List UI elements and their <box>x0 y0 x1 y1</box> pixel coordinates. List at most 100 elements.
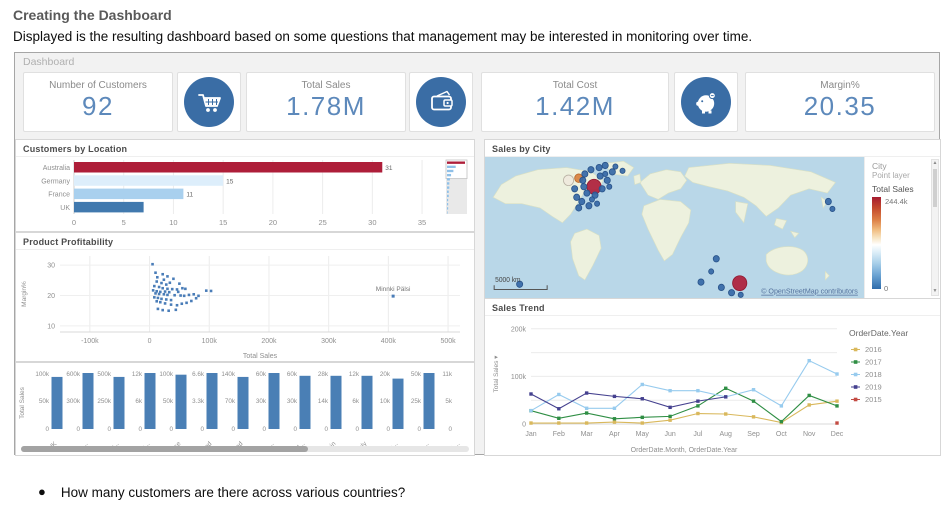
svg-text:3.3k: 3.3k <box>192 398 205 405</box>
svg-text:300k: 300k <box>321 338 337 345</box>
svg-text:200k: 200k <box>261 338 277 345</box>
panel-sales-trend: Sales Trend 0100k200kJanFebMarAprMayJunJ… <box>484 298 941 456</box>
kpi-value: 1.42M <box>482 91 668 121</box>
customers-by-location-chart[interactable]: 05101520253035Australia31Germany15France… <box>16 157 474 238</box>
chart-title: Sales Trend <box>485 299 940 316</box>
svg-text:2015: 2015 <box>865 395 882 404</box>
svg-text:Margin%: Margin% <box>21 281 28 307</box>
panel-sales-by-city: Sales by City 5000 km © OpenStreetMap con… <box>484 139 941 298</box>
svg-text:0: 0 <box>169 426 173 433</box>
kpi-number-of-customers: Number of Customers 92 <box>23 72 173 132</box>
svg-text:20k: 20k <box>380 371 391 378</box>
svg-text:10: 10 <box>47 323 55 330</box>
svg-text:10: 10 <box>169 218 177 227</box>
sales-trend-chart[interactable]: 0100k200kJanFebMarAprMayJunJulAugSepOctN… <box>485 316 940 461</box>
tab-dashboard[interactable]: Dashboard <box>23 56 74 68</box>
svg-text:200k: 200k <box>511 326 527 333</box>
svg-text:Minnki Pälsi: Minnki Pälsi <box>376 286 411 293</box>
product-profitability-chart[interactable]: -100k0100k200k300k400k500k102030Minnki P… <box>16 250 474 367</box>
svg-text:5k: 5k <box>445 398 453 405</box>
svg-text:31: 31 <box>385 165 393 172</box>
chart-title: Product Profitability <box>16 233 474 250</box>
svg-text:© OpenStreetMap contributors: © OpenStreetMap contributors <box>761 287 858 296</box>
scrollbar-thumb[interactable] <box>933 169 937 207</box>
piggy-bank-icon <box>681 77 731 127</box>
svg-text:-100k: -100k <box>81 338 99 345</box>
question-bullet: ● How many customers are there across va… <box>38 485 405 500</box>
bullet-icon: ● <box>38 484 46 499</box>
svg-text:Feb: Feb <box>553 431 565 438</box>
svg-text:Total Sales: Total Sales <box>243 353 278 360</box>
svg-text:30k: 30k <box>256 398 267 405</box>
svg-text:600k: 600k <box>66 371 81 378</box>
svg-text:11k: 11k <box>442 371 453 378</box>
svg-text:Jun: Jun <box>664 431 675 438</box>
svg-text:300k: 300k <box>66 398 81 405</box>
svg-text:OrderDate.Year: OrderDate.Year <box>849 328 908 338</box>
svg-text:100k: 100k <box>159 371 174 378</box>
svg-text:100k: 100k <box>202 338 218 345</box>
scroll-down-icon[interactable]: ▼ <box>932 288 938 295</box>
svg-text:UK: UK <box>60 205 70 212</box>
svg-text:OrderDate.Month, OrderDate.Yea: OrderDate.Month, OrderDate.Year <box>631 447 738 454</box>
kpi-label: Number of Customers <box>24 80 172 91</box>
legend-scrollbar[interactable]: ▲ ▼ <box>931 159 939 296</box>
kpi-value: 1.78M <box>247 91 405 121</box>
svg-text:0: 0 <box>72 218 76 227</box>
page-subtitle: Displayed is the resulting dashboard bas… <box>13 29 752 44</box>
svg-text:May: May <box>636 431 650 438</box>
svg-text:12k: 12k <box>132 371 143 378</box>
dashboard-container: Dashboard Number of Customers 92 Total S… <box>14 52 940 455</box>
sales-by-country-chart[interactable]: Total Sales100k50k0UK600k300k0Germ...500… <box>16 363 474 452</box>
legend-max-value: 244.4k <box>885 197 908 206</box>
svg-text:0: 0 <box>148 338 152 345</box>
svg-text:12k: 12k <box>349 371 360 378</box>
svg-text:Total Sales: Total Sales <box>19 386 26 419</box>
svg-text:50k: 50k <box>411 371 422 378</box>
svg-text:400k: 400k <box>381 338 397 345</box>
kpi-icon-card-sales <box>409 72 473 132</box>
horizontal-scrollbar[interactable] <box>21 446 469 452</box>
wallet-icon <box>416 77 466 127</box>
kpi-margin: Margin% 20.35 <box>745 72 935 132</box>
scroll-up-icon[interactable]: ▲ <box>932 160 938 167</box>
svg-text:Germany: Germany <box>41 178 70 185</box>
svg-text:0: 0 <box>355 426 359 433</box>
svg-text:140k: 140k <box>221 371 236 378</box>
svg-text:35: 35 <box>418 218 426 227</box>
svg-text:0: 0 <box>45 426 49 433</box>
svg-text:15: 15 <box>219 218 227 227</box>
svg-text:11: 11 <box>186 192 193 199</box>
svg-text:Oct: Oct <box>776 431 787 438</box>
svg-text:500k: 500k <box>97 371 112 378</box>
svg-text:100k: 100k <box>511 374 527 381</box>
chart-title: Sales by City <box>485 140 940 157</box>
svg-text:30k: 30k <box>287 398 298 405</box>
cart-icon <box>184 77 234 127</box>
legend-min-value: 0 <box>884 284 888 293</box>
svg-text:0: 0 <box>200 426 204 433</box>
map-legend: City Point layer Total Sales 244.4k 0 ▲ … <box>864 157 940 298</box>
svg-text:500k: 500k <box>440 338 456 345</box>
svg-text:Jul: Jul <box>693 431 702 438</box>
svg-text:Australia: Australia <box>43 165 70 172</box>
kpi-total-sales: Total Sales 1.78M <box>246 72 406 132</box>
svg-text:Dec: Dec <box>831 431 844 438</box>
color-gradient-bar <box>872 197 881 289</box>
svg-text:0: 0 <box>107 426 111 433</box>
svg-text:100k: 100k <box>35 371 50 378</box>
scrollbar-thumb[interactable] <box>21 446 308 452</box>
svg-text:2018: 2018 <box>865 370 882 379</box>
svg-text:6k: 6k <box>135 398 143 405</box>
legend-layer-subtitle: Point layer <box>872 171 930 180</box>
panel-sales-by-country: Total Sales100k50k0UK600k300k0Germ...500… <box>15 362 475 456</box>
svg-text:60k: 60k <box>256 371 267 378</box>
svg-text:0: 0 <box>386 426 390 433</box>
kpi-label: Total Sales <box>247 80 405 91</box>
svg-text:5000 km: 5000 km <box>495 277 521 284</box>
svg-text:0: 0 <box>262 426 266 433</box>
svg-text:25k: 25k <box>411 398 422 405</box>
kpi-label: Total Cost <box>482 80 668 91</box>
sales-by-city-map[interactable]: 5000 km © OpenStreetMap contributors <box>485 157 864 298</box>
svg-text:Apr: Apr <box>609 431 621 438</box>
